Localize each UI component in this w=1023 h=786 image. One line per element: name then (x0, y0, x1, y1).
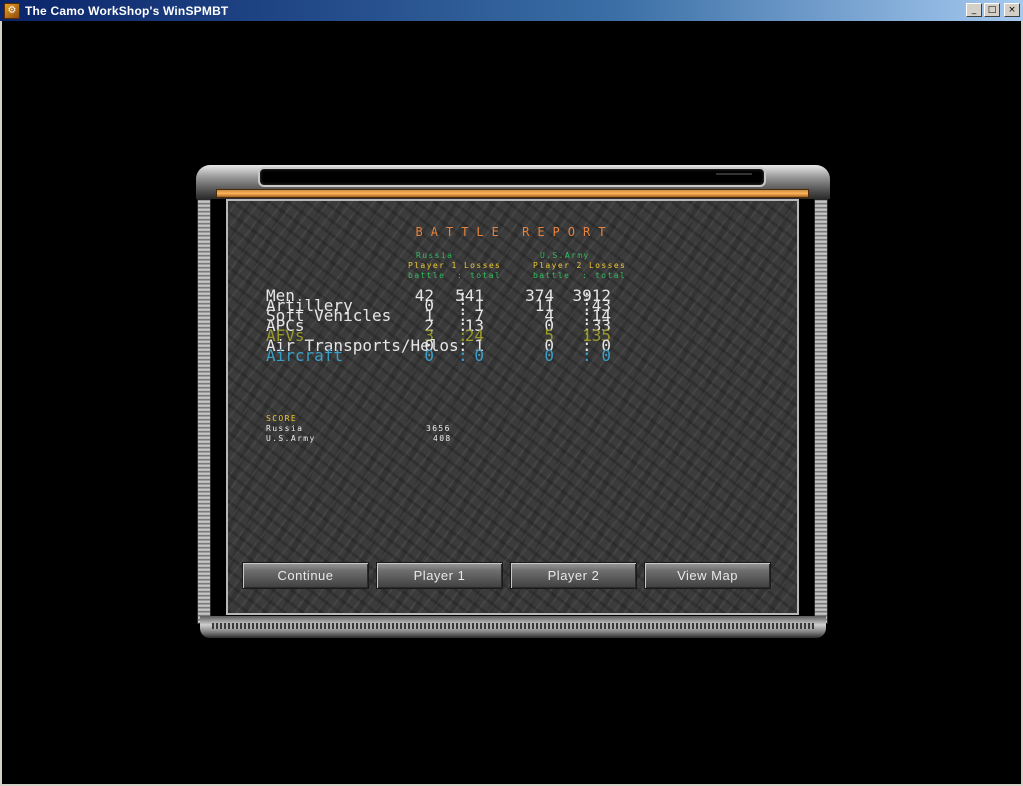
player2-losses-header: Player 2 Losses (533, 261, 627, 270)
score-name-usarmy: U.S.Army (266, 434, 316, 443)
report-title: BATTLE REPORT (415, 225, 614, 239)
player2-button[interactable]: Player 2 (510, 562, 637, 589)
player2-battle-label: battle (533, 271, 571, 280)
table-row: Men 42:541 374:3912 (266, 286, 666, 305)
player2-sep-label: : (582, 271, 589, 280)
table-row: AFVs 3:24 5:135 (266, 326, 666, 345)
player2-total-label: total (595, 271, 627, 280)
player1-name: Russia (416, 251, 454, 260)
player1-battle-label: battle (408, 271, 446, 280)
player1-sep-label: : (457, 271, 464, 280)
score-value-usarmy: 408 (433, 434, 452, 443)
table-row: Soft Vehicles 1:7 4:14 (266, 306, 666, 325)
score-label: SCORE (266, 414, 298, 423)
player1-losses-header: Player 1 Losses (408, 261, 502, 270)
p2-separator: : (582, 346, 592, 365)
dialog-frame-bottom (200, 616, 826, 638)
losses-table: Men 42:541 374:3912 Artillery 0:1 11:43 Soft V… (266, 286, 686, 365)
row-label: Aircraft (266, 346, 344, 365)
table-row: APCs 2:13 0:33 (266, 316, 666, 335)
maximize-button[interactable]: □ (984, 3, 1000, 17)
window-titlebar[interactable]: ⚙ The Camo WorkShop's WinSPMBT _ □ × (0, 0, 1023, 21)
score-name-russia: Russia (266, 424, 304, 433)
window-title: The Camo WorkShop's WinSPMBT (25, 3, 229, 18)
p1-battle-value: 0 (424, 346, 434, 365)
dialog-left-rail (197, 199, 211, 624)
player1-button[interactable]: Player 1 (376, 562, 503, 589)
p2-battle-value: 0 (544, 346, 554, 365)
window-controls: _ □ × (966, 3, 1020, 17)
table-row: Aircraft 0:0 0:0 (266, 346, 666, 365)
table-row: Artillery 0:1 11:43 (266, 296, 666, 315)
score-value-russia: 3656 (426, 424, 451, 433)
dialog-title-slot (258, 167, 766, 187)
continue-button[interactable]: Continue (242, 562, 369, 589)
player2-name: U.S.Army (540, 251, 590, 260)
table-row: Air Transports/Helos 0:1 0:0 (266, 336, 666, 355)
dialog-accent-bar (216, 189, 809, 198)
battle-report-panel: BATTLE REPORT Russia U.S.Army Player 1 L… (226, 199, 799, 615)
view-map-button[interactable]: View Map (644, 562, 771, 589)
player1-total-label: total (470, 271, 502, 280)
close-button[interactable]: × (1004, 3, 1020, 17)
p1-separator: : (458, 346, 468, 365)
app-icon: ⚙ (4, 2, 20, 19)
dialog-right-rail (814, 199, 828, 624)
p1-total-value: 0 (474, 346, 484, 365)
minimize-button[interactable]: _ (966, 3, 982, 17)
p2-total-value: 0 (601, 346, 611, 365)
